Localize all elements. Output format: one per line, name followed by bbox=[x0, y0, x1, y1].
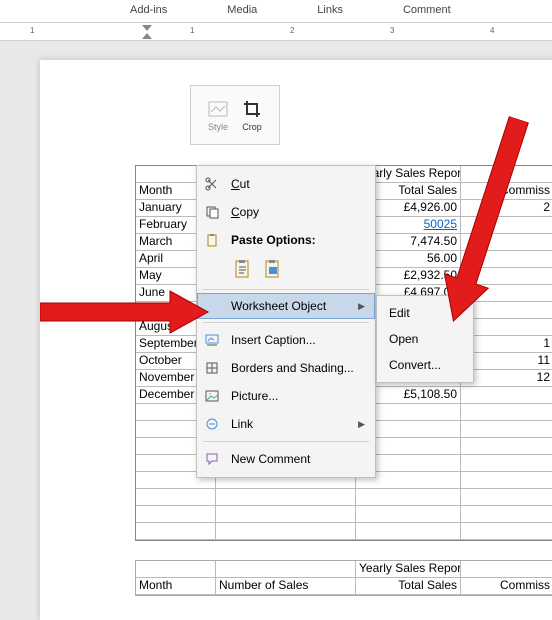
sub-open[interactable]: Open bbox=[377, 326, 473, 352]
cell-comm: 12 bbox=[461, 370, 552, 386]
paste-options bbox=[197, 254, 375, 286]
ctx-label: New Comment bbox=[231, 452, 365, 466]
ctx-label: Worksheet Object bbox=[231, 299, 348, 313]
tab-comment[interactable]: Comment bbox=[403, 0, 451, 22]
cell-comm bbox=[461, 387, 552, 403]
ruler-mark: 1 bbox=[30, 26, 34, 35]
col-header: Month bbox=[136, 578, 216, 594]
tab-addins[interactable]: Add-ins bbox=[130, 0, 167, 22]
embedded-sheet-2[interactable]: Yearly Sales Report Month Number of Sale… bbox=[135, 560, 552, 596]
crop-icon bbox=[241, 98, 263, 120]
col-header: Total Sales bbox=[356, 578, 461, 594]
picture-icon bbox=[203, 387, 221, 405]
ctx-worksheet-object[interactable]: Worksheet Object ▶ bbox=[197, 293, 375, 319]
ruler-mark: 3 bbox=[390, 26, 394, 35]
ruler-mark: 1 bbox=[190, 26, 194, 35]
ctx-label: Borders and Shading... bbox=[231, 361, 365, 375]
ruler-indent-marker[interactable] bbox=[142, 25, 153, 39]
cell-comm: 1 bbox=[461, 336, 552, 352]
tab-media[interactable]: Media bbox=[227, 0, 257, 22]
cut-icon bbox=[203, 175, 221, 193]
ctx-separator bbox=[203, 441, 369, 442]
ctx-paste-header: Paste Options: bbox=[197, 226, 375, 254]
crop-button[interactable]: Crop bbox=[241, 98, 263, 132]
ctx-label: Cut bbox=[231, 177, 365, 191]
style-label: Style bbox=[208, 122, 228, 132]
ctx-picture[interactable]: Picture... bbox=[197, 382, 375, 410]
ctx-label: Picture... bbox=[231, 389, 365, 403]
ctx-new-comment[interactable]: New Comment bbox=[197, 445, 375, 473]
ruler: 1 1 2 3 4 bbox=[0, 23, 552, 41]
paste-option-1[interactable] bbox=[233, 258, 253, 280]
chevron-right-icon: ▶ bbox=[358, 301, 365, 312]
sub-convert[interactable]: Convert... bbox=[377, 352, 473, 378]
ribbon-tabs: Add-ins Media Links Comment bbox=[0, 0, 552, 23]
chevron-right-icon: ▶ bbox=[358, 419, 365, 430]
col-header: Commiss bbox=[461, 578, 552, 594]
ctx-label: Insert Caption... bbox=[231, 333, 365, 347]
sheet-title: Yearly Sales Report bbox=[356, 561, 461, 577]
ctx-borders-shading[interactable]: Borders and Shading... bbox=[197, 354, 375, 382]
copy-icon bbox=[203, 203, 221, 221]
borders-icon bbox=[203, 359, 221, 377]
context-menu: Cut Copy Paste Options: Worksheet Object… bbox=[196, 165, 376, 478]
format-callout: Style Crop bbox=[190, 85, 280, 145]
style-button: Style bbox=[207, 98, 229, 132]
ctx-copy[interactable]: Copy bbox=[197, 198, 375, 226]
ctx-separator bbox=[203, 289, 369, 290]
ctx-label: Copy bbox=[231, 205, 365, 219]
annotation-arrow-1 bbox=[40, 289, 210, 335]
crop-label: Crop bbox=[242, 122, 262, 132]
cell-comm: 11 bbox=[461, 353, 552, 369]
ctx-separator bbox=[203, 322, 369, 323]
ruler-mark: 4 bbox=[490, 26, 494, 35]
ctx-cut[interactable]: Cut bbox=[197, 170, 375, 198]
tab-links[interactable]: Links bbox=[317, 0, 343, 22]
comment-icon bbox=[203, 450, 221, 468]
paste-option-2[interactable] bbox=[263, 258, 283, 280]
ctx-label: Link bbox=[231, 417, 348, 431]
ctx-label: Paste Options: bbox=[231, 233, 365, 247]
ctx-link[interactable]: Link ▶ bbox=[197, 410, 375, 438]
col-header: Number of Sales bbox=[216, 578, 356, 594]
style-icon bbox=[207, 98, 229, 120]
paste-icon bbox=[203, 231, 221, 249]
link-icon bbox=[203, 415, 221, 433]
ruler-mark: 2 bbox=[290, 26, 294, 35]
ctx-insert-caption[interactable]: Insert Caption... bbox=[197, 326, 375, 354]
